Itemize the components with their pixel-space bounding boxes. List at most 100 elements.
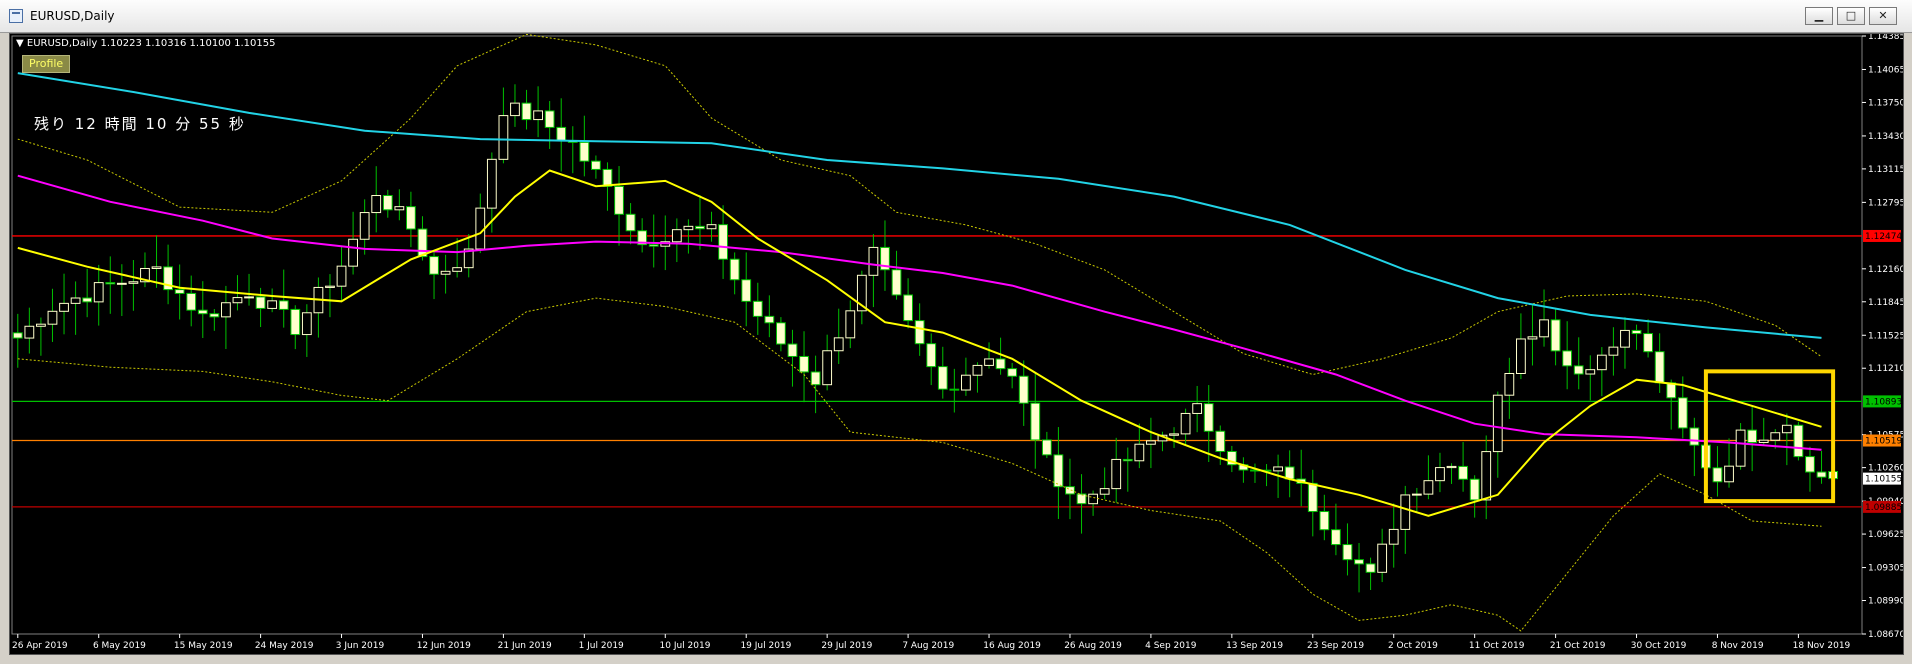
candle-body <box>1007 368 1018 377</box>
candle-body <box>1065 486 1075 495</box>
x-tick-label: 21 Jun 2019 <box>498 641 552 651</box>
current-price-label: 1.10155 <box>1865 475 1902 485</box>
candle-body <box>1331 529 1341 546</box>
candle-body <box>521 102 532 121</box>
candle-body <box>1770 432 1781 441</box>
terminal-window: EURUSD,Daily ▁ □ ✕ 1.14385 1.14065 1.13750… <box>0 0 1912 664</box>
candle-body <box>1550 319 1561 352</box>
x-tick-label: 3 Jun 2019 <box>336 641 385 651</box>
plot-border <box>11 35 1863 635</box>
candle-body <box>926 343 937 368</box>
window-titlebar[interactable]: EURUSD,Daily ▁ □ ✕ <box>0 0 1912 33</box>
candle-body <box>729 258 740 281</box>
candle-body <box>1747 429 1758 444</box>
candle-body <box>1354 559 1364 565</box>
candle-body <box>937 366 948 390</box>
candle-body <box>556 126 567 142</box>
y-tick-label: 1.11845 <box>1868 298 1903 308</box>
candle-body <box>1492 394 1503 453</box>
chart-dropdown-icon[interactable]: ▼ <box>16 38 27 49</box>
candle-body <box>1469 478 1480 501</box>
y-tick-label: 1.13115 <box>1868 165 1903 175</box>
x-tick-label: 24 May 2019 <box>255 641 314 651</box>
candle-body <box>1805 456 1815 473</box>
candle-body <box>1539 319 1549 338</box>
candle-body <box>1146 440 1156 445</box>
candle-body <box>116 282 127 285</box>
candle-body <box>244 296 254 299</box>
candle-body <box>371 195 382 214</box>
candle-body <box>70 297 81 304</box>
candle-body <box>602 168 613 187</box>
y-tick-label: 1.11525 <box>1868 331 1903 341</box>
candle-body <box>47 310 58 325</box>
candle-body <box>1654 351 1665 384</box>
x-tick-label: 18 Nov 2019 <box>1793 641 1851 651</box>
x-tick-label: 29 Jul 2019 <box>821 641 872 651</box>
x-tick-label: 10 Jul 2019 <box>660 641 711 651</box>
candle-body <box>1585 369 1596 375</box>
candle-body <box>1608 346 1619 356</box>
candle-body <box>1319 511 1330 531</box>
minimize-button[interactable]: ▁ <box>1805 7 1833 25</box>
x-tick-label: 26 Aug 2019 <box>1064 641 1122 651</box>
x-tick-label: 16 Aug 2019 <box>983 641 1041 651</box>
candle-body <box>1088 493 1098 505</box>
candle-body <box>1666 382 1677 399</box>
candle-body <box>1735 429 1746 467</box>
candle-body <box>1689 427 1700 446</box>
profile-button[interactable]: Profile <box>22 55 71 73</box>
candle-body <box>1781 424 1792 434</box>
candle-body <box>105 282 116 285</box>
candle-body <box>752 300 763 317</box>
candle-body <box>151 266 162 269</box>
candle-body <box>995 358 1006 370</box>
candle-body <box>452 267 463 272</box>
x-tick-label: 8 Nov 2019 <box>1712 641 1764 651</box>
candle-body <box>12 332 23 339</box>
candle-body <box>799 355 809 373</box>
y-tick-label: 1.12160 <box>1868 265 1903 275</box>
x-tick-label: 21 Oct 2019 <box>1550 641 1606 651</box>
candle-body <box>1111 458 1122 490</box>
x-tick-label: 1 Jul 2019 <box>579 641 624 651</box>
candle-body <box>325 285 335 288</box>
y-tick-label: 1.09625 <box>1868 530 1903 540</box>
candle-body <box>1307 482 1318 513</box>
candle-body <box>845 310 856 339</box>
x-tick-label: 11 Oct 2019 <box>1469 641 1525 651</box>
candle-body <box>82 297 93 303</box>
y-tick-label: 1.11210 <box>1868 364 1903 374</box>
candle-body <box>255 296 266 309</box>
candle-body <box>1435 467 1445 482</box>
candle-body <box>625 213 636 232</box>
y-tick-label: 1.08990 <box>1868 597 1903 607</box>
candle-body <box>1481 451 1492 501</box>
candle-body <box>1099 488 1110 495</box>
candle-body <box>1458 465 1468 480</box>
candle-body <box>1631 329 1642 335</box>
candle-body <box>510 102 520 117</box>
chart-area[interactable]: 1.14385 1.14065 1.13750 1.13430 1.13115 1.127… <box>9 33 1904 655</box>
candle-body <box>1018 375 1029 404</box>
candle-body <box>59 302 69 312</box>
bar-countdown: 残り 12 時間 10 分 55 秒 <box>34 115 246 133</box>
level-price-label-resistance: 1.12474 <box>1865 232 1902 242</box>
y-tick-label: 1.08670 <box>1868 630 1903 640</box>
candle-body <box>671 229 682 243</box>
candle-body <box>498 115 509 160</box>
maximize-button[interactable]: □ <box>1837 7 1865 25</box>
candlestick-chart[interactable]: 1.14385 1.14065 1.13750 1.13430 1.13115 1.127… <box>10 34 1903 654</box>
candle-body <box>209 313 220 318</box>
candle-body <box>290 308 301 336</box>
candle-body <box>1677 397 1688 429</box>
y-tick-label: 1.14385 <box>1868 34 1903 42</box>
y-tick-label: 1.13750 <box>1868 98 1903 108</box>
candle-body <box>429 256 439 275</box>
candle-body <box>36 323 46 327</box>
window-title: EURUSD,Daily <box>30 9 115 23</box>
candle-body <box>1573 365 1584 375</box>
x-tick-label: 2 Oct 2019 <box>1388 641 1438 651</box>
candle-body <box>1446 465 1457 469</box>
close-button[interactable]: ✕ <box>1869 7 1897 25</box>
